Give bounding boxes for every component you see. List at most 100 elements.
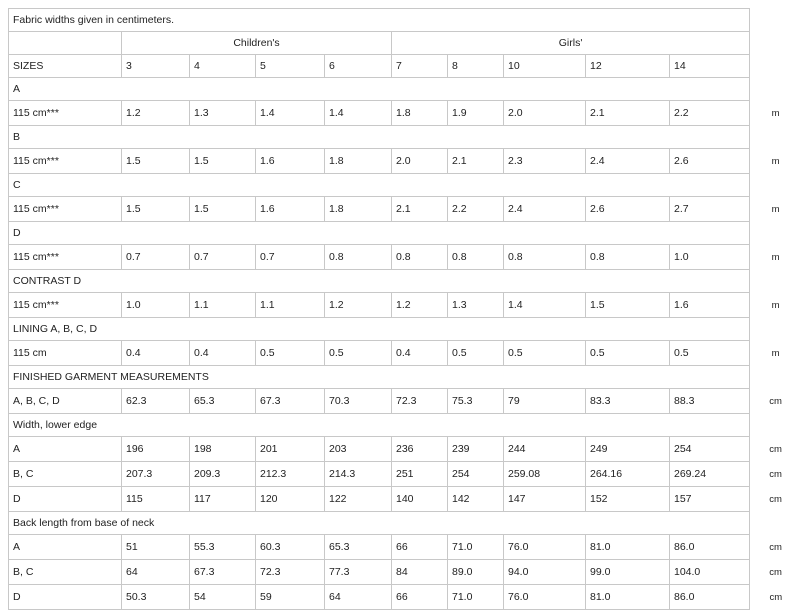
value-cell: 79 [504, 389, 586, 414]
row-label: B, C [9, 560, 122, 585]
value-cell: 2.3 [504, 149, 586, 174]
value-cell: 86.0 [670, 535, 750, 560]
value-cell: 94.0 [504, 560, 586, 585]
value-cell: 117 [190, 487, 256, 512]
row-label: 115 cm*** [9, 149, 122, 174]
value-cell: 0.5 [586, 341, 670, 366]
value-cell: 1.2 [325, 293, 392, 318]
value-cell: 76.0 [504, 535, 586, 560]
value-cell: 0.4 [392, 341, 448, 366]
value-cell: 122 [325, 487, 392, 512]
value-cell: 59 [256, 585, 325, 610]
value-cell: 120 [256, 487, 325, 512]
section-header-row: D [9, 222, 801, 245]
value-cell: 1.2 [392, 293, 448, 318]
sizes-label: SIZES [9, 55, 122, 78]
value-cell: 62.3 [122, 389, 190, 414]
row-label: 115 cm [9, 341, 122, 366]
value-cell: 0.8 [325, 245, 392, 270]
value-cell: 115 [122, 487, 190, 512]
size-5: 5 [256, 55, 325, 78]
unit-label: m [750, 341, 801, 366]
value-cell: 209.3 [190, 462, 256, 487]
value-cell: 2.4 [586, 149, 670, 174]
value-cell: 214.3 [325, 462, 392, 487]
value-cell: 1.8 [325, 197, 392, 222]
unit-label: m [750, 101, 801, 126]
section-header-back-length-from-base-of-neck: Back length from base of neck [9, 512, 750, 535]
value-cell: 0.7 [256, 245, 325, 270]
value-cell: 0.4 [190, 341, 256, 366]
value-cell: 77.3 [325, 560, 392, 585]
value-cell: 201 [256, 437, 325, 462]
value-cell: 212.3 [256, 462, 325, 487]
value-cell: 152 [586, 487, 670, 512]
value-cell: 75.3 [448, 389, 504, 414]
section-header-a: A [9, 78, 750, 101]
unit-label: m [750, 197, 801, 222]
value-cell: 140 [392, 487, 448, 512]
section-header-row: A [9, 78, 801, 101]
value-cell: 1.5 [122, 149, 190, 174]
unit-label: cm [750, 437, 801, 462]
value-cell: 1.2 [122, 101, 190, 126]
row-label: A [9, 535, 122, 560]
row-label: A, B, C, D [9, 389, 122, 414]
value-cell: 0.5 [448, 341, 504, 366]
value-cell: 259.08 [504, 462, 586, 487]
value-cell: 0.4 [122, 341, 190, 366]
row-label: 115 cm*** [9, 293, 122, 318]
value-cell: 1.6 [670, 293, 750, 318]
unit-label: cm [750, 462, 801, 487]
value-cell: 1.3 [448, 293, 504, 318]
value-cell: 1.1 [256, 293, 325, 318]
unit-label: cm [750, 487, 801, 512]
value-cell: 1.8 [392, 101, 448, 126]
value-cell: 1.4 [256, 101, 325, 126]
value-cell: 66 [392, 585, 448, 610]
value-cell: 198 [190, 437, 256, 462]
value-cell: 1.4 [504, 293, 586, 318]
value-cell: 142 [448, 487, 504, 512]
table-row: 115 cm***1.01.11.11.21.21.31.41.51.6m [9, 293, 801, 318]
value-cell: 2.1 [448, 149, 504, 174]
section-header-row: Back length from base of neck [9, 512, 801, 535]
group-header-girls: Girls' [392, 32, 750, 55]
row-label: B, C [9, 462, 122, 487]
value-cell: 254 [448, 462, 504, 487]
section-header-row: CONTRAST D [9, 270, 801, 293]
value-cell: 249 [586, 437, 670, 462]
section-header-row: C [9, 174, 801, 197]
section-header-row: FINISHED GARMENT MEASUREMENTS [9, 366, 801, 389]
section-header-lining-a-b-c-d: LINING A, B, C, D [9, 318, 750, 341]
value-cell: 76.0 [504, 585, 586, 610]
value-cell: 1.3 [190, 101, 256, 126]
value-cell: 0.8 [586, 245, 670, 270]
size-7: 7 [392, 55, 448, 78]
value-cell: 81.0 [586, 585, 670, 610]
section-header-width-lower-edge: Width, lower edge [9, 414, 750, 437]
value-cell: 99.0 [586, 560, 670, 585]
value-cell: 71.0 [448, 535, 504, 560]
table-row: A, B, C, D62.365.367.370.372.375.37983.3… [9, 389, 801, 414]
row-label: D [9, 487, 122, 512]
size-12: 12 [586, 55, 670, 78]
value-cell: 2.4 [504, 197, 586, 222]
value-cell: 55.3 [190, 535, 256, 560]
value-cell: 196 [122, 437, 190, 462]
value-cell: 2.1 [392, 197, 448, 222]
value-cell: 89.0 [448, 560, 504, 585]
value-cell: 72.3 [392, 389, 448, 414]
value-cell: 207.3 [122, 462, 190, 487]
table-row: A196198201203236239244249254cm [9, 437, 801, 462]
value-cell: 1.0 [670, 245, 750, 270]
value-cell: 83.3 [586, 389, 670, 414]
table-row: 115 cm***1.51.51.61.82.12.22.42.62.7m [9, 197, 801, 222]
table-body: Fabric widths given in centimeters. Chil… [9, 9, 801, 610]
section-header-b: B [9, 126, 750, 149]
row-label: 115 cm*** [9, 197, 122, 222]
table-row: B, C6467.372.377.38489.094.099.0104.0cm [9, 560, 801, 585]
value-cell: 254 [670, 437, 750, 462]
fabric-requirements-table: Fabric widths given in centimeters. Chil… [8, 8, 801, 610]
value-cell: 54 [190, 585, 256, 610]
